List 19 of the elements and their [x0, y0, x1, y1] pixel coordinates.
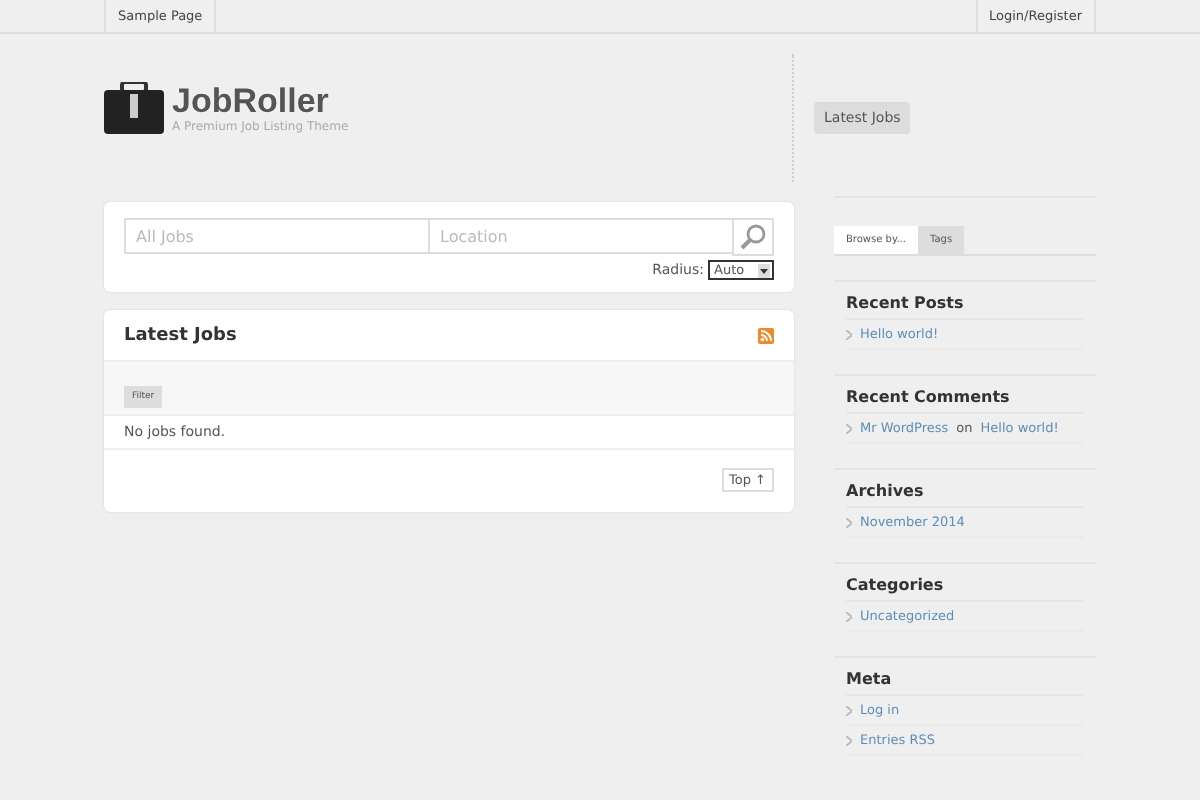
keywords-field[interactable]: All Jobs: [124, 218, 428, 254]
search-icon[interactable]: [732, 217, 774, 255]
widget-title: Recent Posts: [846, 294, 1084, 320]
chevron-icon: [846, 329, 852, 339]
chevron-icon: [846, 735, 852, 745]
location-field[interactable]: Location: [428, 218, 732, 254]
chevron-icon: [846, 517, 852, 527]
briefcase-icon: [104, 82, 164, 134]
widget-title: Categories: [846, 576, 1084, 602]
chevron-icon: [846, 423, 852, 433]
chevron-icon: [846, 705, 852, 715]
site-title[interactable]: JobRoller: [172, 83, 349, 119]
panel-title: Latest Jobs: [124, 325, 237, 345]
widget-title: Archives: [846, 482, 1084, 508]
widget-title: Meta: [846, 670, 1084, 696]
rss-icon[interactable]: [758, 327, 774, 343]
widget-title: Recent Comments: [846, 388, 1084, 414]
dropdown-arrow-icon: [758, 263, 770, 277]
chevron-icon: [846, 611, 852, 621]
